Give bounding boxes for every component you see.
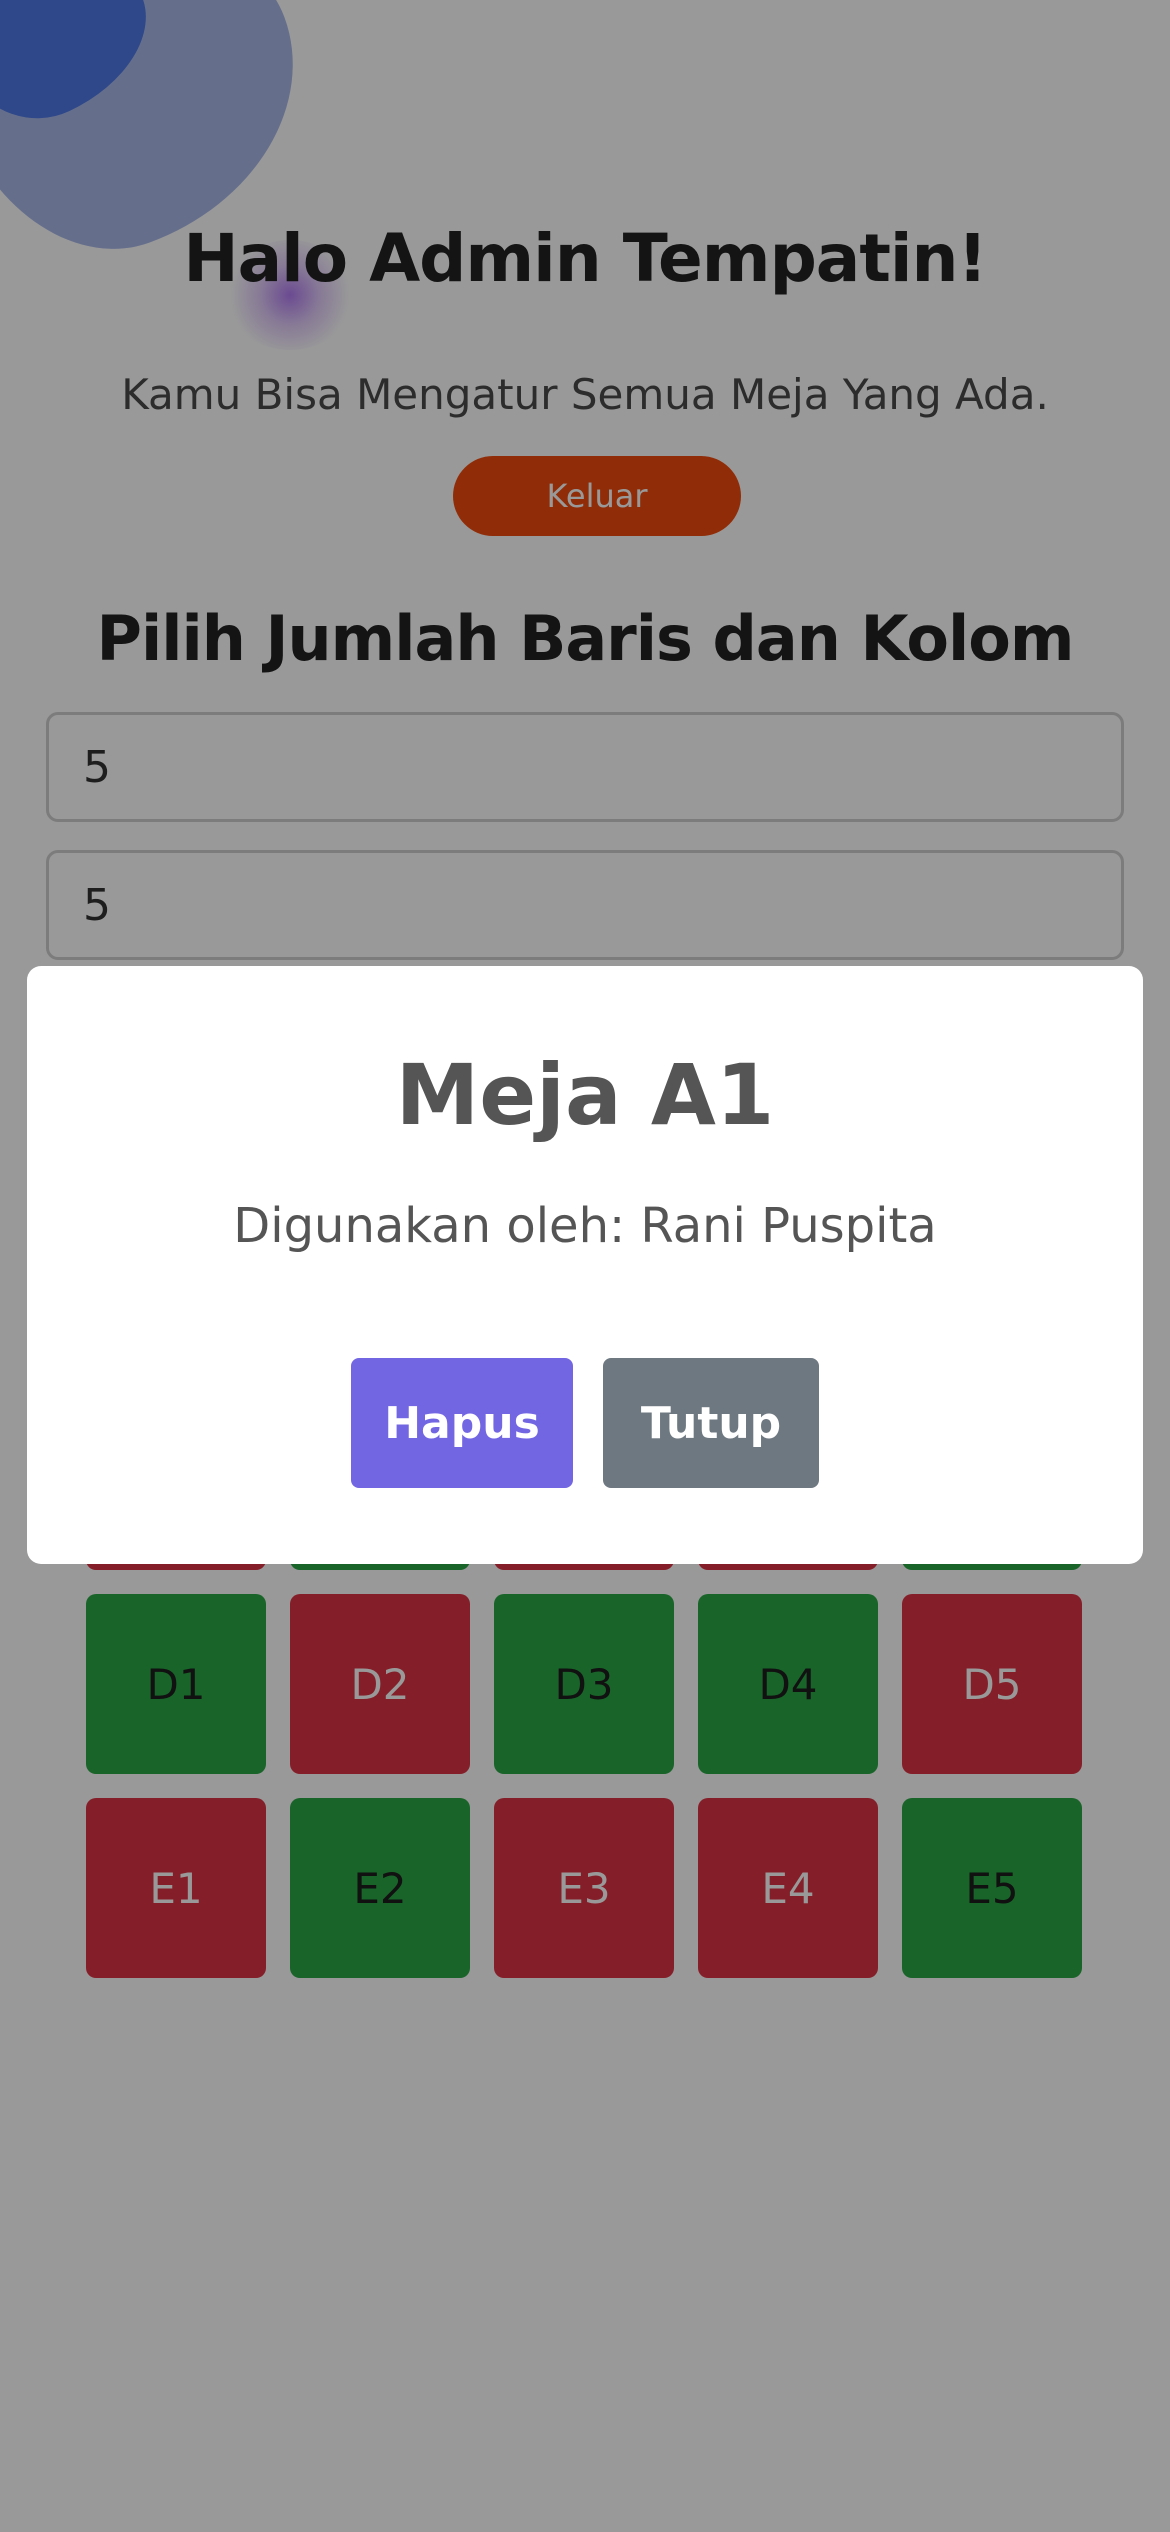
close-button[interactable]: Tutup xyxy=(603,1358,819,1488)
delete-button[interactable]: Hapus xyxy=(351,1358,573,1488)
modal-title: Meja A1 xyxy=(395,1046,775,1144)
modal-occupant-text: Digunakan oleh: Rani Puspita xyxy=(233,1198,937,1254)
table-detail-modal: Meja A1 Digunakan oleh: Rani Puspita Hap… xyxy=(27,966,1143,1564)
